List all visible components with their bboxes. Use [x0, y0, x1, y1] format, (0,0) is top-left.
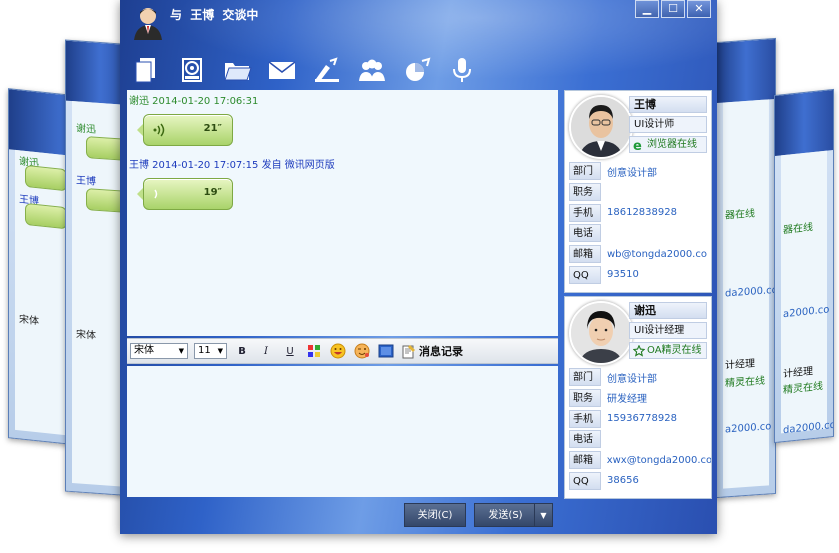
window-title: 与 王博 交谈中	[170, 8, 259, 22]
bg-text: 计经理	[725, 358, 755, 372]
voice-duration: 21″	[203, 123, 222, 134]
chat-window: 与 王博 交谈中 ▁ ☐ ✕ 谢迅 2014-01-20 17:06:31 21…	[120, 0, 717, 534]
bg-text: 王博	[76, 175, 96, 188]
send-button[interactable]: 发送(S)	[474, 503, 536, 527]
field-row: 部门 创意设计部	[569, 161, 711, 181]
contact-name: 谢迅	[629, 302, 707, 319]
color-palette-icon[interactable]	[305, 342, 323, 360]
maximize-button[interactable]: ☐	[661, 0, 685, 18]
contact-card: 王博 UI设计师 e 浏览器在线 部门 创意设计部 职务 手机 1861283892…	[564, 90, 712, 293]
bold-button[interactable]: B	[233, 342, 251, 360]
contact-status: e 浏览器在线	[629, 136, 707, 153]
field-row: 职务 研发经理	[569, 388, 711, 408]
bg-text: 谢迅	[76, 123, 96, 136]
history-icon	[402, 345, 415, 359]
close-button[interactable]: 关闭(C)	[404, 503, 466, 527]
contact-fields: 部门 创意设计部 职务 手机 18612838928 电话 邮箱 wb@tongda2…	[569, 161, 711, 286]
message-header: 王博 2014-01-20 17:07:15 发自 微讯网页版	[129, 160, 335, 171]
field-row: 部门 创意设计部	[569, 367, 711, 387]
bg-text: da2000.co	[783, 419, 834, 437]
bg-text: a2000.co	[725, 421, 772, 436]
bg-text: 精灵在线	[725, 375, 765, 390]
contact-name: 王博	[629, 96, 707, 113]
message-history-button[interactable]: 消息记录	[401, 343, 463, 359]
main-toolbar	[128, 52, 481, 88]
message-header: 谢迅 2014-01-20 17:06:31	[129, 96, 259, 107]
background-window-right-near: 器在线 da2000.co 计经理 精灵在线 a2000.co	[716, 37, 776, 499]
field-row: 职务	[569, 182, 711, 202]
field-row: QQ 93510	[569, 265, 711, 285]
files-icon[interactable]	[128, 52, 166, 88]
broadcast-icon[interactable]	[308, 52, 346, 88]
chat-history[interactable]: 谢迅 2014-01-20 17:06:31 21″ 王博 2014-01-20…	[127, 90, 558, 336]
group-icon[interactable]	[353, 52, 391, 88]
sound-wave-icon	[154, 189, 158, 199]
italic-button[interactable]: I	[257, 342, 275, 360]
folder-icon[interactable]	[218, 52, 256, 88]
window-controls: ▁ ☐ ✕	[635, 0, 711, 18]
screenshot-icon[interactable]	[377, 342, 395, 360]
background-window-right-far: 器在线 a2000.co 计经理 精灵在线 da2000.co	[774, 88, 834, 444]
star-icon	[633, 344, 645, 357]
bg-text: a2000.co	[783, 304, 830, 321]
contact-card: 谢迅 UI设计经理 OA精灵在线 部门 创意设计部 职务 研发经理 手机 159367…	[564, 296, 712, 499]
contact-role: UI设计师	[629, 116, 707, 133]
voice-message[interactable]: 21″	[137, 114, 233, 146]
font-family-select[interactable]: 宋体 ▼	[130, 343, 188, 359]
field-row: 邮箱 xwx@tongda2000.co	[569, 450, 711, 470]
chart-icon[interactable]	[398, 52, 436, 88]
field-row: QQ 38656	[569, 471, 711, 491]
field-row: 邮箱 wb@tongda2000.co	[569, 244, 711, 264]
close-window-button[interactable]: ✕	[687, 0, 711, 18]
bg-text: 宋体	[76, 329, 96, 342]
bg-text: 器在线	[783, 222, 813, 237]
contact-status: OA精灵在线	[629, 342, 707, 359]
minimize-button[interactable]: ▁	[635, 0, 659, 18]
bg-text: da2000.co	[725, 284, 776, 300]
field-row: 手机 18612838928	[569, 203, 711, 223]
field-row: 电话	[569, 223, 711, 243]
user-avatar-icon	[130, 4, 166, 40]
hard-disk-icon[interactable]	[173, 52, 211, 88]
bg-text: 宋体	[19, 314, 39, 328]
bg-text: 器在线	[725, 208, 755, 222]
voice-message[interactable]: 19″	[137, 178, 233, 210]
format-toolbar: 宋体 ▼ 11 ▼ B I U 消息记录	[127, 338, 558, 364]
chevron-down-icon: ▼	[178, 347, 184, 355]
voice-duration: 19″	[203, 187, 222, 198]
font-size-select[interactable]: 11 ▼	[194, 343, 227, 359]
svg-text:e: e	[633, 139, 642, 151]
bg-text: 精灵在线	[783, 381, 823, 397]
sound-wave-icon	[153, 123, 165, 137]
contact-photo	[569, 95, 633, 159]
field-row: 电话	[569, 429, 711, 449]
emoji-icon[interactable]	[329, 342, 347, 360]
contact-fields: 部门 创意设计部 职务 研发经理 手机 15936778928 电话 邮箱 xwx@to…	[569, 367, 711, 492]
contact-photo	[569, 301, 633, 365]
wink-emoji-icon[interactable]	[353, 342, 371, 360]
microphone-icon[interactable]	[443, 52, 481, 88]
message-input[interactable]	[127, 366, 558, 497]
contact-role: UI设计经理	[629, 322, 707, 339]
browser-e-icon: e	[633, 139, 642, 151]
chevron-down-icon: ▼	[217, 347, 223, 355]
field-row: 手机 15936778928	[569, 409, 711, 429]
mail-icon[interactable]	[263, 52, 301, 88]
underline-button[interactable]: U	[281, 342, 299, 360]
send-options-dropdown[interactable]: ▼	[534, 503, 553, 527]
